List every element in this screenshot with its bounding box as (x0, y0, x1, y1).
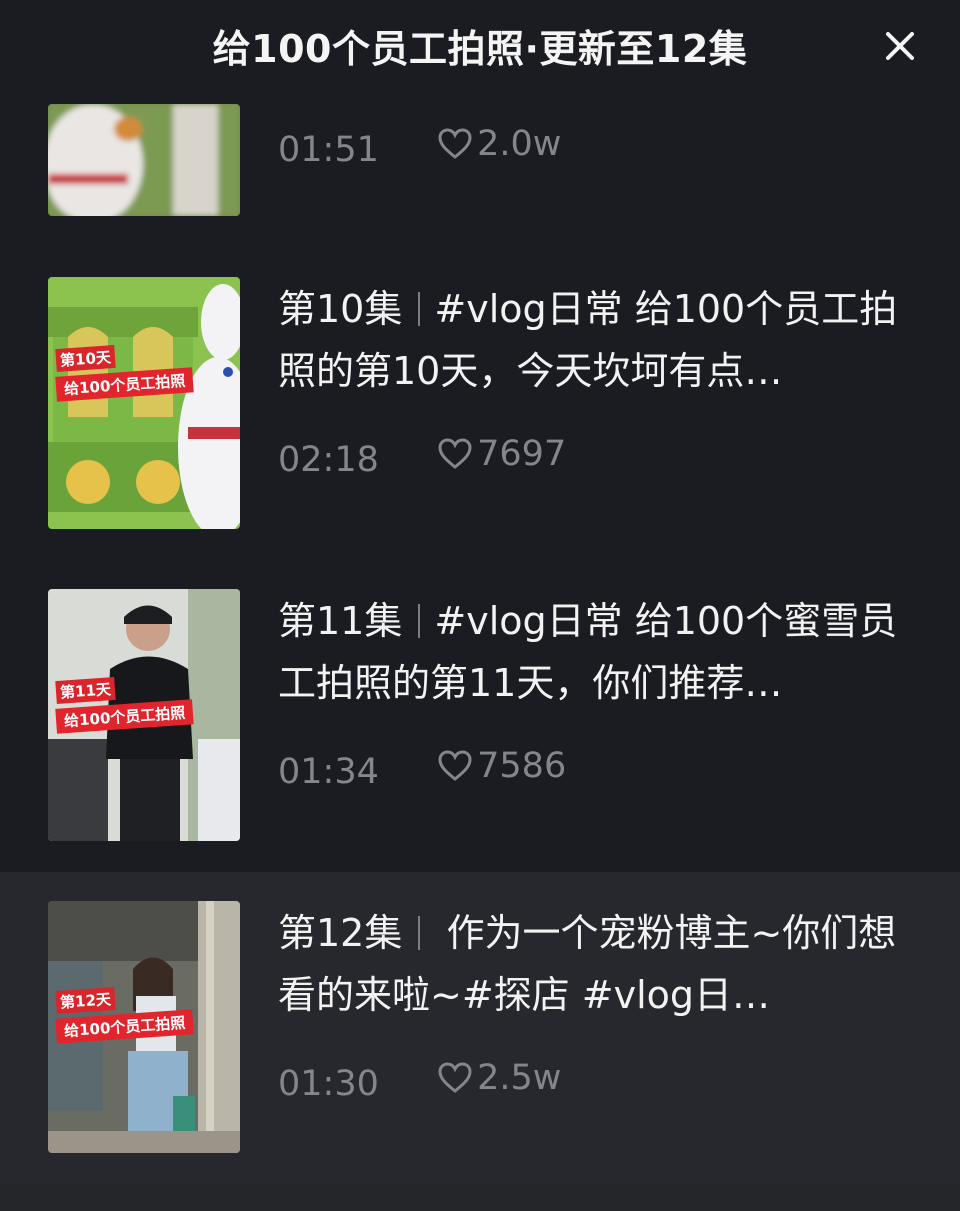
title-divider (418, 916, 421, 950)
episode-number: 第10集 (278, 287, 403, 331)
episode-badge: 第12天 给100个员工拍照 (55, 986, 195, 1044)
episode-badge: 第10天 给100个员工拍照 (55, 344, 195, 402)
episode-title: 第12集 作为一个宠粉博主~你们想看的来啦~#探店 #vlog日… (278, 902, 918, 1026)
page-title: 给100个员工拍照·更新至12集 (212, 27, 748, 71)
heart-icon (438, 438, 472, 469)
duration-label: 01:34 (278, 752, 379, 792)
episode-title: 第10集 #vlog日常 给100个员工拍照的第10天，今天坎坷有点… (278, 278, 918, 402)
bottom-bar (0, 1184, 960, 1211)
close-icon (886, 32, 914, 60)
episode-item-11[interactable]: 第11天 给100个员工拍照 第11集 #vlog日常 给100个蜜雪员工拍照的第… (0, 572, 960, 884)
header-bar: 给100个员工拍照·更新至12集 (0, 0, 960, 90)
duration-label: 01:30 (278, 1064, 379, 1104)
episode-meta: 01:51 2.0w (278, 122, 561, 170)
badge-subtitle: 给100个员工拍照 (55, 699, 195, 734)
close-button[interactable] (880, 26, 920, 66)
likes-count: 2.5w (477, 1058, 562, 1098)
episode-item-10[interactable]: 第10天 给100个员工拍照 第10集 #vlog日常 给100个员工拍照的第10… (0, 260, 960, 572)
likes-count: 7697 (477, 434, 567, 474)
title-divider (418, 604, 421, 638)
episode-thumbnail: 第10天 给100个员工拍照 (48, 277, 240, 529)
likes: 7697 (437, 432, 566, 476)
badge-subtitle: 给100个员工拍照 (55, 1009, 195, 1044)
likes: 2.0w (437, 122, 561, 166)
episode-meta: 01:30 2.5w (278, 1056, 561, 1104)
likes: 2.5w (437, 1056, 561, 1100)
likes: 7586 (437, 744, 566, 788)
likes-count: 2.0w (477, 124, 562, 164)
badge-day: 第10天 (55, 344, 116, 373)
episode-thumbnail (48, 104, 240, 216)
episode-title: 第11集 #vlog日常 给100个蜜雪员工拍照的第11天，你们推荐… (278, 590, 918, 714)
heart-icon (438, 128, 472, 159)
duration-label: 02:18 (278, 440, 379, 480)
title-divider (418, 292, 421, 326)
episode-meta: 01:34 7586 (278, 744, 566, 792)
episode-item-12[interactable]: 第12天 给100个员工拍照 第12集 作为一个宠粉博主~你们想看的来啦~#探店… (0, 872, 960, 1184)
likes-count: 7586 (477, 746, 567, 786)
duration-label: 01:51 (278, 130, 379, 170)
heart-icon (438, 750, 472, 781)
episode-badge: 第11天 给100个员工拍照 (55, 676, 195, 734)
episode-meta: 02:18 7697 (278, 432, 566, 480)
badge-day: 第12天 (55, 986, 116, 1015)
badge-subtitle: 给100个员工拍照 (55, 367, 195, 402)
episode-item-9[interactable]: 01:51 2.0w (0, 90, 960, 260)
episode-thumbnail: 第11天 给100个员工拍照 (48, 589, 240, 841)
episode-thumbnail: 第12天 给100个员工拍照 (48, 901, 240, 1153)
badge-day: 第11天 (55, 676, 116, 705)
episode-number: 第11集 (278, 599, 403, 643)
episode-number: 第12集 (278, 911, 403, 955)
heart-icon (438, 1062, 472, 1093)
